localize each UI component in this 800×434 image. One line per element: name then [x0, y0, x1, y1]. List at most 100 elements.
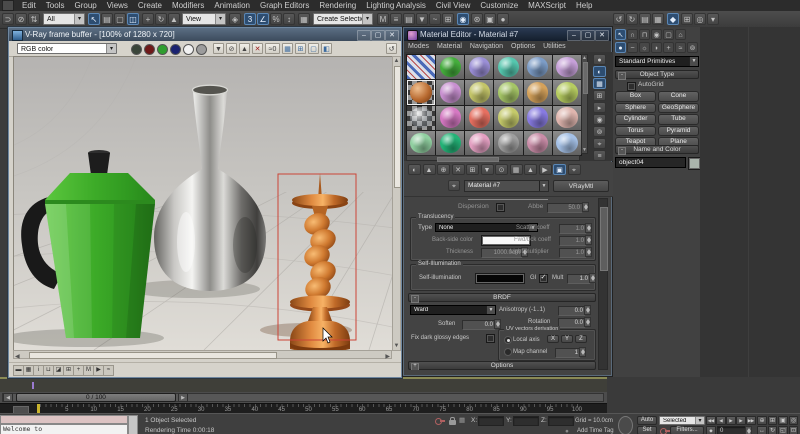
- material-swatch[interactable]: [494, 80, 522, 104]
- rotation-field[interactable]: 0.0: [558, 318, 586, 328]
- delete-image-icon[interactable]: ✕: [252, 43, 263, 54]
- cameras-category[interactable]: ◗: [651, 42, 662, 53]
- vfb-title-bar[interactable]: V-Ray frame buffer - [100% of 1280 x 720…: [9, 28, 401, 41]
- me-menu-navigation[interactable]: Navigation: [466, 41, 507, 52]
- options-rollout[interactable]: + Options: [408, 361, 596, 370]
- channel-dropdown[interactable]: RGB color ▾: [17, 43, 117, 54]
- orbit-icon[interactable]: ↻: [768, 426, 778, 434]
- material-swatch[interactable]: [553, 80, 581, 104]
- make-material-copy-icon[interactable]: ⊞: [466, 164, 479, 175]
- put-to-library-icon[interactable]: ▼: [481, 164, 494, 175]
- frame-spinner[interactable]: [745, 426, 752, 434]
- key-set-dropdown[interactable]: Selected ▾: [659, 416, 705, 425]
- maximize-button[interactable]: ▢: [581, 30, 595, 41]
- render-production-icon[interactable]: ●: [497, 13, 509, 25]
- close-button[interactable]: ✕: [385, 30, 399, 41]
- green-channel-button[interactable]: [157, 44, 168, 55]
- select-and-link-icon[interactable]: ⊃: [2, 13, 14, 25]
- go-forward-to-sibling-icon[interactable]: ▶: [539, 164, 552, 175]
- me-menu-modes[interactable]: Modes: [404, 41, 433, 52]
- clear-image-icon[interactable]: ⊘: [226, 43, 237, 54]
- scroll-up-icon[interactable]: ▲: [393, 58, 400, 64]
- align-icon[interactable]: ≡: [390, 13, 402, 25]
- pattern-background-toggle-icon[interactable]: ▦: [593, 78, 606, 89]
- primitive-button-cone[interactable]: Cone: [658, 91, 699, 102]
- field-of-view-icon[interactable]: ◎: [789, 416, 799, 425]
- menu-views[interactable]: Views: [102, 0, 133, 11]
- material-type-button[interactable]: VRayMtl: [553, 180, 609, 192]
- rotation-spinner[interactable]: [584, 317, 591, 327]
- show-end-result-icon[interactable]: ▣: [553, 164, 566, 175]
- percent-snap-toggle-icon[interactable]: %: [270, 13, 282, 25]
- material-map-navigator-icon[interactable]: ≡: [593, 150, 606, 161]
- time-slider-handle[interactable]: 0 / 100: [16, 393, 176, 402]
- material-swatch[interactable]: [524, 106, 552, 130]
- map-channel-spinner[interactable]: [579, 347, 586, 357]
- menu-customize[interactable]: Customize: [475, 0, 523, 11]
- gi-checkbox[interactable]: [539, 274, 548, 283]
- material-swatch[interactable]: [436, 106, 464, 130]
- scrollbar-thumb[interactable]: [583, 62, 588, 94]
- play-animation-button[interactable]: ▶: [726, 416, 736, 425]
- scroll-right-icon[interactable]: ▶: [385, 353, 390, 360]
- key-filters-button[interactable]: Filters...: [670, 426, 704, 434]
- menu-animation[interactable]: Animation: [209, 0, 255, 11]
- make-preview-icon[interactable]: ◉: [593, 114, 606, 125]
- fwd-bck-coeff-spinner[interactable]: [585, 235, 592, 245]
- scroll-up-icon[interactable]: ▲: [582, 55, 587, 61]
- rendered-frame-window-icon[interactable]: ▣: [484, 13, 496, 25]
- systems-category[interactable]: ⊚: [687, 42, 698, 53]
- menu-help[interactable]: Help: [571, 0, 597, 11]
- next-frame-button[interactable]: ▶: [736, 416, 746, 425]
- material-swatch[interactable]: [524, 131, 552, 155]
- material-swatch[interactable]: [553, 55, 581, 79]
- named-selection-set-dropdown[interactable]: Create Selection▾: [313, 13, 373, 25]
- listener-scrollbar[interactable]: [128, 415, 138, 434]
- axis-z-button[interactable]: Z: [575, 335, 587, 343]
- lock-icon[interactable]: [449, 420, 456, 425]
- material-swatch[interactable]: [407, 106, 435, 130]
- snaps-toggle-icon[interactable]: 3: [244, 13, 256, 25]
- mirror-icon[interactable]: M: [377, 13, 389, 25]
- material-swatch[interactable]: [436, 131, 464, 155]
- me-menu-material[interactable]: Material: [433, 41, 466, 52]
- material-editor-icon[interactable]: ◉: [457, 13, 469, 25]
- selection-lock-key-icon[interactable]: [435, 418, 442, 425]
- select-and-manipulate-icon[interactable]: ◈: [229, 13, 241, 25]
- material-swatch[interactable]: [524, 80, 552, 104]
- material-editor-title-bar[interactable]: Material Editor - Material #7 – ▢ ✕: [404, 28, 611, 41]
- menu-maxscript[interactable]: MAXScript: [523, 0, 571, 11]
- material-swatch[interactable]: [553, 106, 581, 130]
- key-filters-icon[interactable]: [660, 428, 667, 434]
- primitive-button-torus[interactable]: Torus: [615, 126, 656, 137]
- select-object-icon[interactable]: ↖: [88, 13, 100, 25]
- sample-uv-tiling-icon[interactable]: ⊞: [593, 90, 606, 101]
- alpha-channel-button[interactable]: [183, 44, 194, 55]
- menu-tools[interactable]: Tools: [41, 0, 70, 11]
- menu-group[interactable]: Group: [69, 0, 101, 11]
- backlight-toggle-icon[interactable]: ◐: [593, 66, 606, 77]
- set-key-button[interactable]: Set K...: [637, 426, 657, 434]
- rectangular-selection-region-icon[interactable]: ▢: [114, 13, 126, 25]
- menu-lighting-analysis[interactable]: Lighting Analysis: [361, 0, 431, 11]
- spinner-snap-toggle-icon[interactable]: ↕: [283, 13, 295, 25]
- go-to-parent-icon[interactable]: ▲: [524, 164, 537, 175]
- light-multiplier-spinner[interactable]: [585, 247, 592, 257]
- map-channel-field[interactable]: 1: [555, 348, 581, 358]
- zoom-icon[interactable]: ⊕: [757, 416, 767, 425]
- pick-material-from-object-icon[interactable]: ⌖: [568, 164, 581, 175]
- next-frame-arrow[interactable]: ▶: [178, 393, 188, 402]
- rollover-arrow-icon[interactable]: ↺: [386, 43, 397, 54]
- auto-key-button[interactable]: Auto: [637, 416, 657, 425]
- pick-material-eyedropper-icon[interactable]: ⌖: [448, 180, 460, 191]
- select-by-material-icon[interactable]: ⌖: [593, 138, 606, 149]
- hierarchy-tab[interactable]: ⊓: [639, 29, 650, 40]
- primitive-button-tube[interactable]: Tube: [658, 114, 699, 125]
- layer-manager-icon[interactable]: ▤: [403, 13, 415, 25]
- maxscript-macro-recorder[interactable]: [0, 415, 128, 424]
- undo-scene-operation-icon[interactable]: ↺: [613, 13, 625, 25]
- material-swatch[interactable]: [465, 55, 493, 79]
- render-setup-icon[interactable]: ⊛: [471, 13, 483, 25]
- bind-to-space-warp-icon[interactable]: ⇅: [28, 13, 40, 25]
- containers-toggle-icon[interactable]: ◆: [667, 13, 679, 25]
